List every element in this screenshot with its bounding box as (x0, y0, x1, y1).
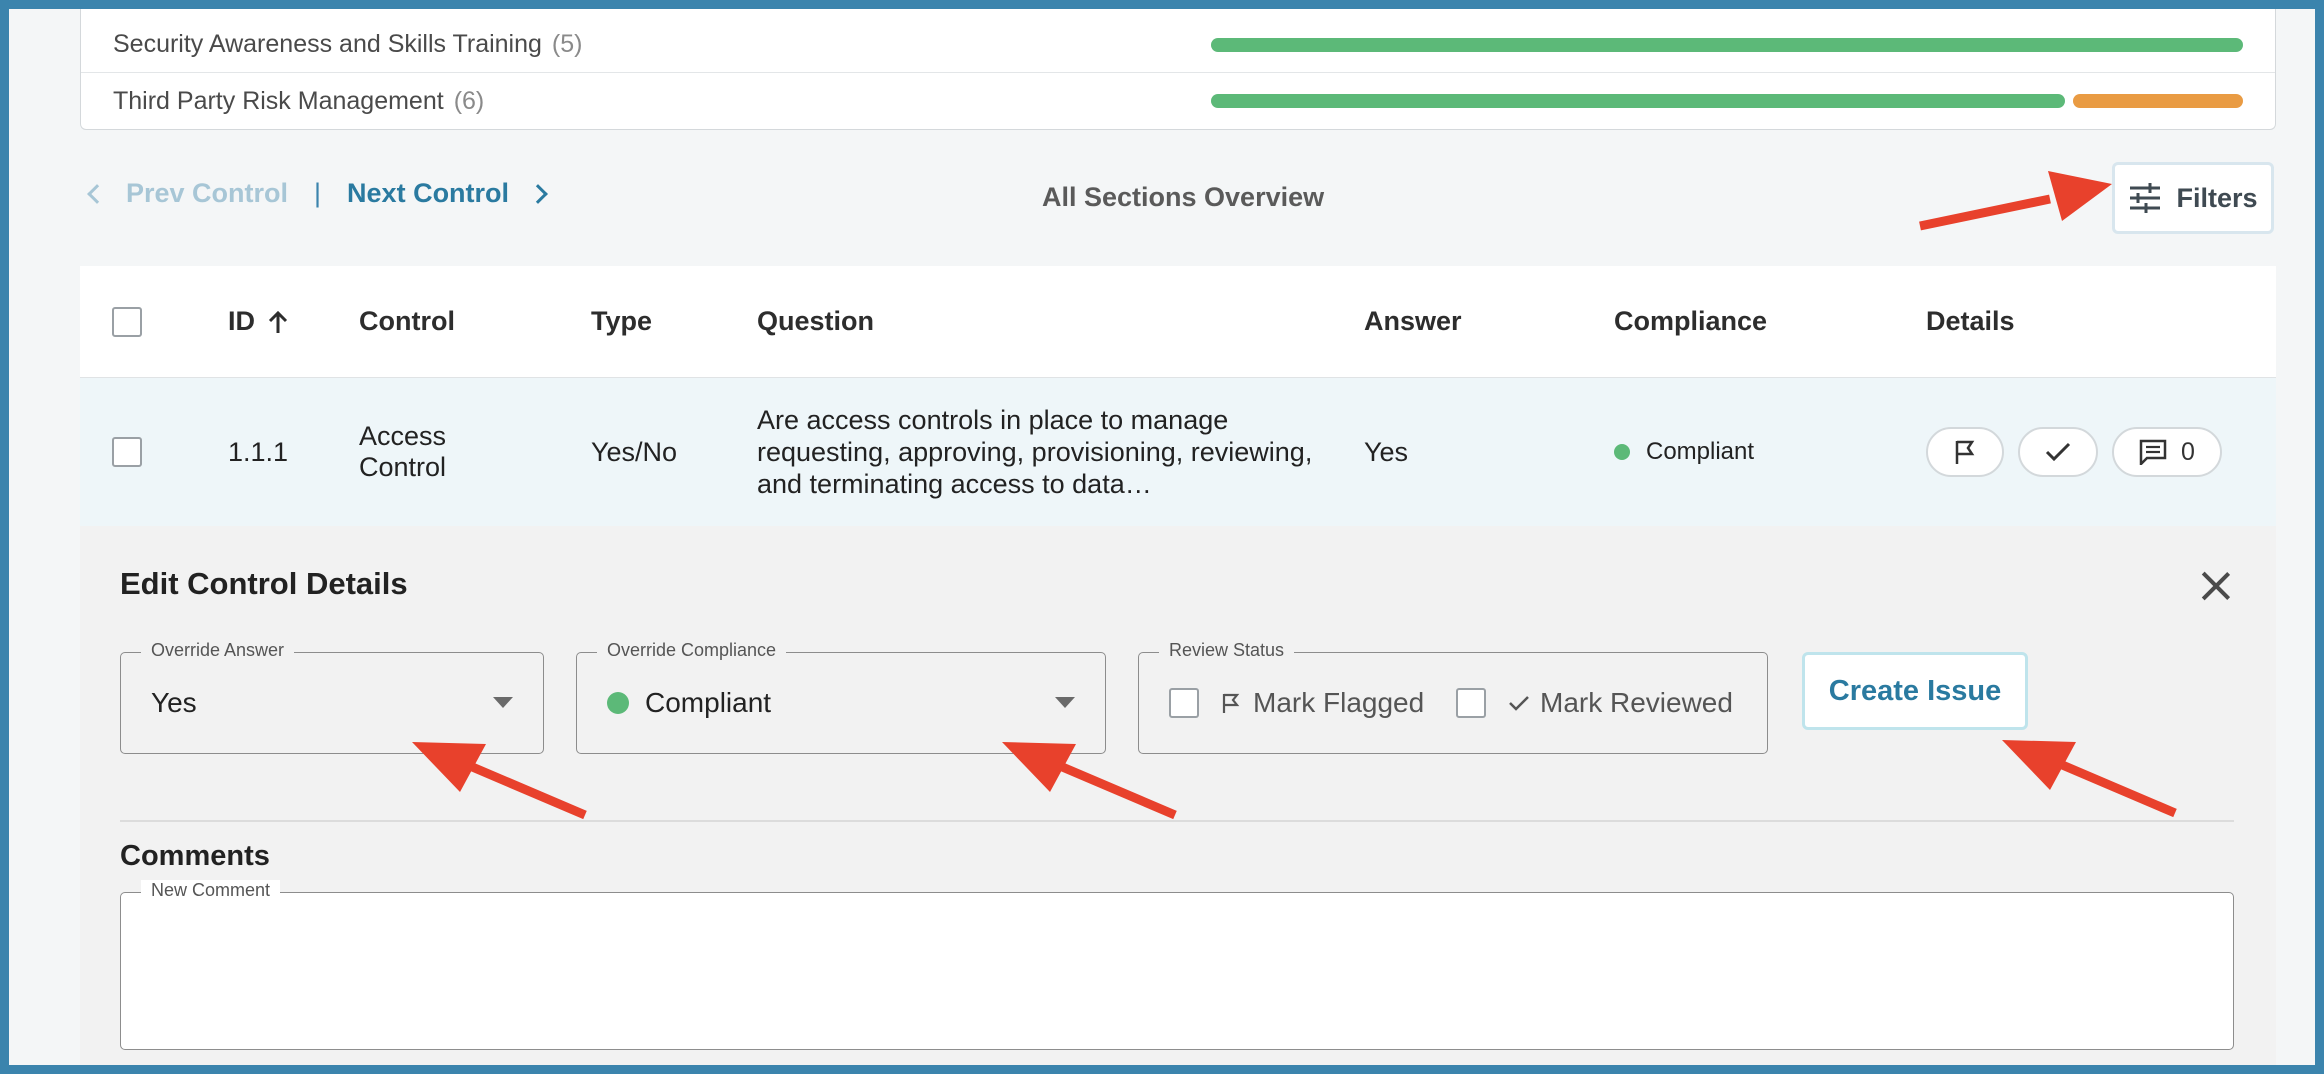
close-icon[interactable] (2198, 568, 2234, 604)
next-control-link[interactable]: Next Control (347, 178, 548, 209)
next-control-label: Next Control (347, 178, 510, 208)
compliant-segment (1211, 37, 2243, 52)
section-count: (6) (453, 86, 485, 115)
override-compliance-value: Compliant (645, 687, 772, 718)
header-compliance[interactable]: Compliance (1614, 266, 1767, 377)
override-answer-legend: Override Answer (141, 640, 295, 661)
mark-reviewed-label: Mark Reviewed (1540, 687, 1733, 718)
override-answer-value: Yes (151, 687, 197, 718)
section-progress-bar (1211, 94, 2243, 108)
override-compliance-legend: Override Compliance (597, 640, 787, 661)
review-status-legend: Review Status (1159, 640, 1295, 661)
prev-control-label: Prev Control (126, 178, 289, 208)
check-icon (1509, 696, 1529, 711)
override-compliance-value-wrap: Compliant (607, 687, 771, 719)
mark-flagged-checkbox[interactable] (1169, 688, 1199, 718)
header-answer[interactable]: Answer (1364, 266, 1462, 377)
header-id-label: ID (228, 306, 255, 336)
section-row[interactable]: Security Awareness and Skills Training (5… (81, 17, 2275, 73)
check-icon (2045, 442, 2071, 462)
new-comment-legend: New Comment (141, 880, 281, 901)
header-details: Details (1926, 306, 2015, 336)
row-type: Yes/No (591, 436, 678, 467)
flag-icon (1955, 440, 1975, 464)
row-question: Are access controls in place to manage r… (757, 405, 1313, 499)
mark-reviewed-option[interactable]: Mark Reviewed (1456, 687, 1733, 719)
row-details: 0 (1926, 378, 2222, 526)
create-issue-button[interactable]: Create Issue (1802, 652, 2028, 730)
header-id[interactable]: ID (228, 266, 289, 377)
header-control[interactable]: Control (359, 266, 455, 377)
comment-icon (2139, 439, 2167, 465)
caret-down-icon (493, 697, 513, 708)
mark-flagged-option[interactable]: Mark Flagged (1169, 687, 1424, 719)
caret-down-icon (1055, 697, 1075, 708)
select-all-cell (112, 266, 142, 377)
flag-icon (1222, 693, 1240, 713)
section-row[interactable]: Third Party Risk Management (6) (81, 73, 2275, 129)
row-id: 1.1.1 (228, 436, 289, 467)
compliant-status-dot (607, 692, 629, 714)
section-name: Security Awareness and Skills Training (5… (113, 30, 582, 59)
filters-icon (2130, 183, 2161, 213)
chevron-left-icon (87, 183, 107, 204)
header-question[interactable]: Question (757, 266, 874, 377)
prev-control-link[interactable]: Prev Control (87, 178, 289, 209)
chevron-right-icon (528, 183, 548, 204)
edit-panel-title: Edit Control Details (120, 566, 408, 601)
select-all-checkbox[interactable] (112, 306, 142, 337)
new-comment-field[interactable]: New Comment (120, 880, 2234, 1050)
table-row[interactable]: 1.1.1 Access Control Yes/No Are access c… (80, 378, 2276, 526)
filters-button[interactable]: Filters (2112, 162, 2274, 234)
compliant-status-dot (1614, 444, 1630, 460)
edit-control-details-panel: Edit Control Details Override Answer Yes… (80, 526, 2276, 1074)
row-answer: Yes (1364, 436, 1409, 467)
mark-reviewed-row-button[interactable] (2018, 427, 2098, 477)
section-count: (5) (551, 30, 583, 58)
header-type[interactable]: Type (591, 266, 652, 377)
all-sections-overview-title: All Sections Overview (1042, 182, 1325, 212)
row-compliance-label: Compliant (1646, 438, 1755, 465)
section-name: Third Party Risk Management (6) (113, 87, 484, 116)
section-label: Third Party Risk Management (113, 86, 444, 115)
controls-table: ID Control Type Question Answer Complian… (80, 266, 2276, 526)
section-progress-card: Security Awareness and Skills Training (5… (80, 9, 2276, 130)
row-select-cell (112, 378, 142, 526)
mark-reviewed-checkbox[interactable] (1456, 688, 1486, 718)
sort-up-icon (268, 310, 288, 333)
review-status-group: Review Status Mark Flagged Mark Reviewed (1138, 640, 1768, 754)
row-checkbox[interactable] (112, 437, 142, 467)
comments-button[interactable]: 0 (2112, 427, 2222, 477)
mark-flagged-label: Mark Flagged (1253, 687, 1425, 718)
non-compliant-segment (2073, 94, 2243, 108)
override-compliance-select[interactable]: Override Compliance Compliant (576, 640, 1106, 754)
annotation-arrow-filters (1919, 171, 2112, 231)
section-label: Security Awareness and Skills Training (113, 30, 542, 58)
compliant-segment (1211, 94, 2065, 108)
control-navigation: Prev Control | Next Control (87, 178, 548, 209)
table-header: ID Control Type Question Answer Complian… (80, 266, 2276, 378)
row-control: Access Control (359, 421, 447, 482)
section-progress-bar (1211, 37, 2243, 52)
comment-count: 0 (2181, 437, 2195, 466)
comments-title: Comments (120, 840, 270, 872)
override-answer-select[interactable]: Override Answer Yes (120, 640, 544, 754)
nav-separator: | (314, 178, 322, 208)
flag-button[interactable] (1926, 427, 2004, 477)
row-compliance: Compliant (1614, 378, 1754, 526)
panel-divider (120, 820, 2234, 822)
filters-label: Filters (2176, 182, 2258, 213)
